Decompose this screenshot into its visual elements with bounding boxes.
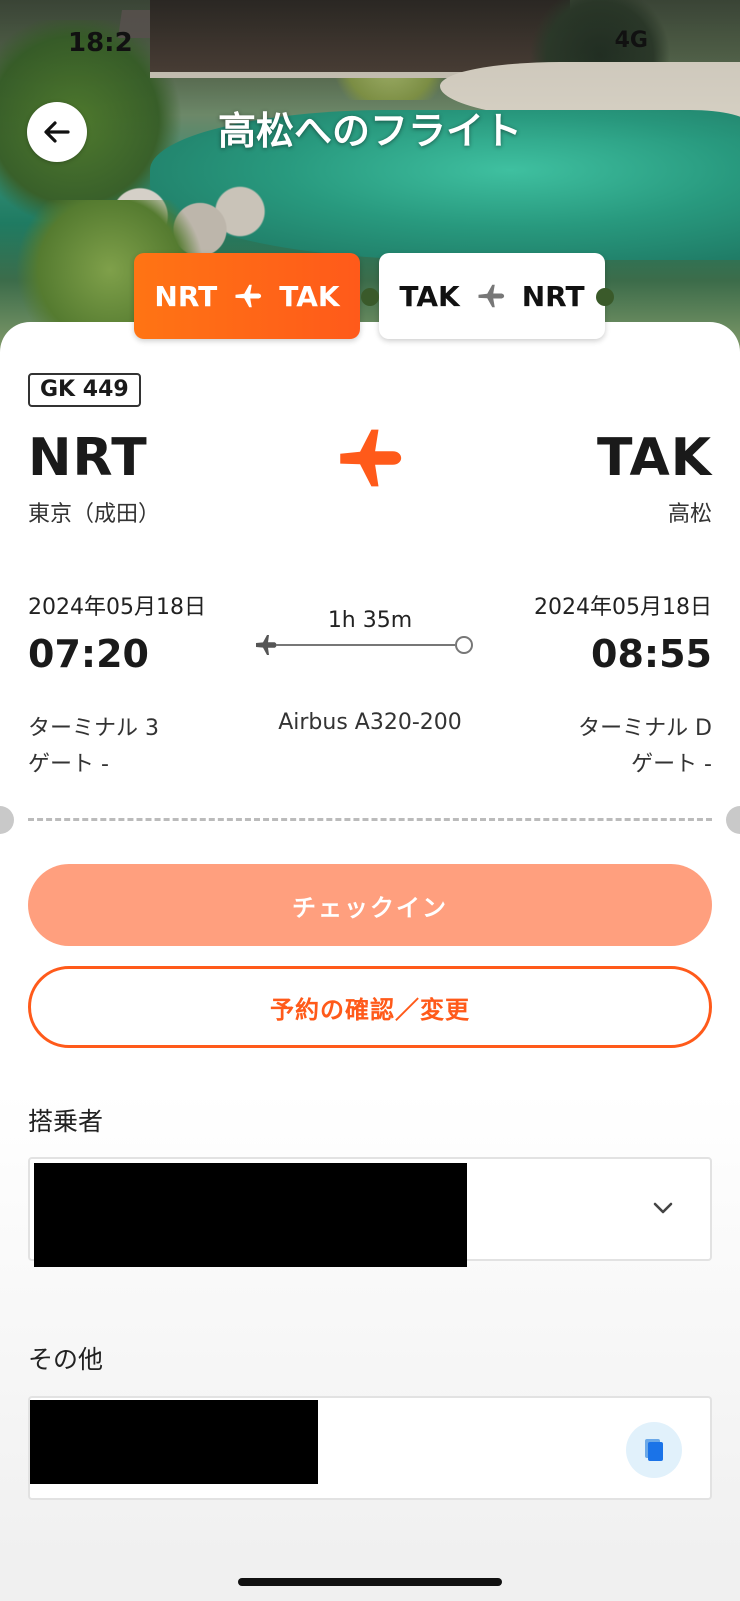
ticket-divider — [28, 818, 712, 821]
page-title: 高松へのフライト — [217, 109, 522, 153]
copy-button[interactable] — [626, 1422, 682, 1478]
plane-icon — [478, 284, 504, 308]
redacted-passenger — [34, 1163, 467, 1267]
arrival-time: 08:55 — [591, 632, 712, 676]
route-line — [256, 635, 473, 655]
leg-to: TAK — [279, 279, 340, 313]
plane-icon — [340, 429, 402, 487]
aircraft-type: Airbus A320-200 — [278, 710, 462, 735]
checkin-button[interactable]: チェックイン — [28, 864, 712, 946]
copy-icon — [645, 1439, 663, 1461]
origin-city: 東京（成田） — [28, 502, 161, 527]
leg-from: NRT — [154, 279, 218, 313]
manage-booking-button[interactable]: 予約の確認／変更 — [28, 966, 712, 1048]
status-bar: 18:2 4G — [68, 24, 668, 64]
tab-return-leg[interactable]: TAK NRT — [379, 253, 605, 339]
flight-number-badge: GK 449 — [28, 373, 141, 407]
leg-to: NRT — [521, 279, 585, 313]
other-label: その他 — [28, 1345, 104, 1374]
passengers-label: 搭乗者 — [28, 1107, 104, 1136]
leg-from: TAK — [399, 279, 460, 313]
arrival-gate: ゲート - — [631, 752, 712, 777]
plane-icon — [235, 284, 262, 308]
home-indicator — [238, 1578, 502, 1586]
chevron-down-icon — [653, 1202, 673, 1214]
tab-outbound-leg[interactable]: NRT TAK — [134, 253, 360, 339]
departure-gate: ゲート - — [28, 752, 109, 777]
plane-icon — [256, 635, 277, 655]
status-time: 18:2 — [68, 28, 133, 58]
tab-connector — [361, 288, 379, 306]
departure-time: 07:20 — [28, 632, 149, 676]
signal-indicator: 4G — [614, 28, 648, 53]
destination-code: TAK — [597, 428, 712, 488]
destination-city: 高松 — [667, 502, 712, 527]
flight-duration: 1h 35m — [327, 608, 413, 633]
origin-code: NRT — [28, 428, 148, 488]
redacted-info — [30, 1400, 318, 1484]
tab-connector — [596, 288, 614, 306]
